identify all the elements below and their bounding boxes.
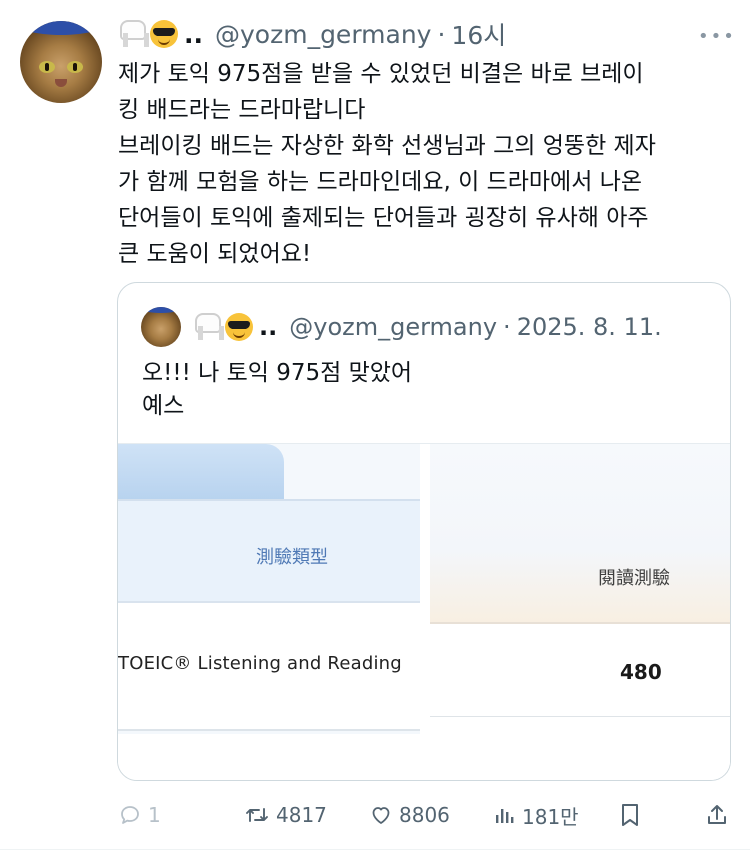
row-divider (430, 716, 730, 717)
author-avatar[interactable] (20, 21, 102, 103)
display-name[interactable]: .. (184, 20, 203, 49)
retweet-icon (246, 808, 268, 822)
avatar-nose (55, 79, 67, 87)
tweet-text-line: 킹 배드라는 드라마랍니다 (118, 97, 366, 123)
reply-button[interactable]: 1 (118, 797, 161, 833)
more-options-icon[interactable]: ••• (698, 26, 736, 47)
quote-separator: · (503, 313, 511, 341)
right-header-cell: 閱讀測驗 (430, 444, 730, 624)
bookmark-icon (622, 804, 638, 826)
quote-display-name: .. (259, 313, 278, 341)
quoted-tweet[interactable]: .. @yozm_germany · 2025. 8. 11. 오!!! 나 토… (117, 282, 731, 781)
share-icon (708, 805, 726, 824)
reply-icon (121, 806, 139, 824)
quote-header: .. @yozm_germany · 2025. 8. 11. (141, 307, 662, 347)
table-tab (118, 444, 284, 499)
like-button[interactable]: 8806 (369, 797, 450, 833)
action-bar: 1 4817 8806 181만 (0, 797, 750, 833)
avatar-eye-left (39, 61, 55, 73)
reading-score: 480 (620, 660, 662, 684)
author-handle[interactable]: @yozm_germany (215, 20, 431, 49)
quote-date: 2025. 8. 11. (516, 313, 662, 341)
tweet-header: .. @yozm_germany · 16시 (118, 16, 506, 52)
score-table-left: 測驗類型 TOEIC® Listening and Reading (118, 444, 420, 734)
header-separator: · (437, 19, 446, 49)
retweet-button[interactable]: 4817 (244, 797, 327, 833)
tooth-emoji-icon (118, 20, 149, 48)
quote-avatar (141, 307, 181, 347)
views-button[interactable]: 181만 (494, 797, 579, 833)
quote-text: 오!!! 나 토익 975점 맞았어 예스 (142, 357, 412, 423)
views-icon (496, 809, 514, 823)
tweet-text-line: 브레이킹 배드는 자상한 화학 선생님과 그의 엉뚱한 제자 (118, 133, 656, 159)
tweet-text: 제가 토익 975점을 받을 수 있었던 비결은 바로 브레이 킹 배드라는 드… (118, 56, 738, 272)
test-name: TOEIC® Listening and Reading (118, 653, 402, 674)
quote-text-line: 오!!! 나 토익 975점 맞았어 (142, 360, 413, 386)
left-header-cell: 測驗類型 (118, 499, 420, 603)
sunglasses-emoji-icon (150, 20, 178, 48)
quote-media-image[interactable]: 測驗類型 TOEIC® Listening and Reading 閱讀測驗 4… (118, 443, 730, 780)
tooth-emoji-icon (193, 313, 224, 341)
quote-text-line: 예스 (142, 393, 185, 419)
tweet-text-line: 제가 토익 975점을 받을 수 있었던 비결은 바로 브레이 (118, 61, 644, 87)
bookmark-button[interactable] (619, 797, 647, 833)
test-type-header: 測驗類型 (256, 547, 328, 568)
avatar-eye-right (67, 61, 83, 73)
bottom-divider (0, 849, 750, 850)
retweet-count: 4817 (276, 803, 327, 827)
left-data-row: TOEIC® Listening and Reading (118, 603, 420, 731)
tweet-text-line: 큰 도움이 되었어요! (118, 241, 312, 267)
tweet-time[interactable]: 16시 (451, 16, 506, 52)
views-count: 181만 (522, 804, 579, 829)
like-count: 8806 (399, 803, 450, 827)
tweet-text-line: 단어들이 토익에 출제되는 단어들과 굉장히 유사해 아주 (118, 205, 649, 231)
sunglasses-emoji-icon (225, 313, 253, 341)
tweet-text-line: 가 함께 모험을 하는 드라마인데요, 이 드라마에서 나온 (118, 169, 643, 195)
quote-author-handle: @yozm_germany (289, 313, 498, 341)
share-button[interactable] (705, 797, 735, 833)
reading-header: 閱讀測驗 (598, 568, 670, 589)
heart-icon (372, 807, 390, 824)
reply-count: 1 (148, 803, 161, 827)
score-table-right: 閱讀測驗 480 (430, 444, 730, 780)
